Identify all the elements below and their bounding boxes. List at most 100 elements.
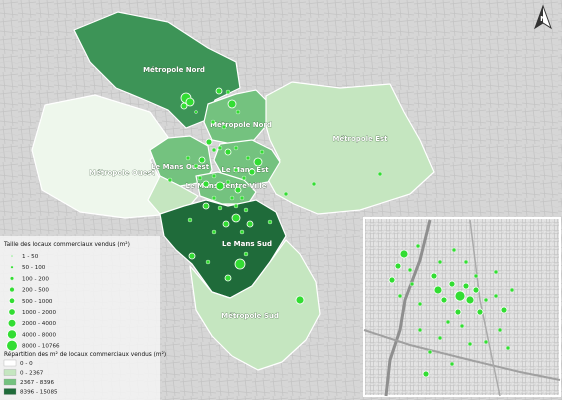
inset-sale-point — [459, 323, 465, 329]
inset-sale-point — [440, 296, 448, 304]
zone-label: Métropole Ouest — [89, 169, 156, 177]
sale-point — [185, 97, 195, 107]
inset-sale-point — [451, 247, 457, 253]
sale-point — [248, 168, 256, 176]
inset-sale-point — [417, 327, 423, 333]
map-stage: Métropole Nord Métropole Nord Métropole … — [0, 0, 562, 400]
sale-point — [217, 145, 223, 151]
legend-size-symbol — [7, 318, 17, 328]
zone-label: Le Mans Ouest — [151, 163, 210, 171]
inset-sale-point — [493, 293, 499, 299]
sale-point — [193, 163, 199, 169]
map-canvas: Métropole Nord Métropole Nord Métropole … — [0, 0, 562, 400]
inset-sale-point — [427, 349, 433, 355]
legend-choropleth-label: 8396 - 15085 — [20, 390, 58, 396]
sale-point — [311, 181, 317, 187]
sale-point — [211, 229, 217, 235]
legend-size-symbol — [10, 265, 14, 269]
sale-point — [295, 295, 305, 305]
sale-point — [180, 102, 188, 110]
inset-sale-point — [417, 301, 423, 307]
inset-sale-point — [476, 308, 484, 316]
sale-point — [245, 155, 251, 161]
sale-point — [202, 202, 210, 210]
sale-point — [167, 177, 173, 183]
inset-sale-point — [422, 370, 430, 378]
zone-label: Métropole Sud — [221, 312, 279, 320]
inset-sale-point — [433, 285, 443, 295]
inset-sale-point — [388, 276, 396, 284]
inset-sale-point — [448, 280, 456, 288]
sale-point — [187, 217, 193, 223]
sale-point — [205, 259, 211, 265]
inset-sale-point — [505, 345, 511, 351]
sale-point — [239, 229, 245, 235]
sale-point — [224, 274, 232, 282]
sale-point — [225, 89, 231, 95]
north-arrow-label: N — [540, 15, 546, 23]
sale-point — [233, 203, 239, 209]
legend: Taille des locaux commerciaux vendus (m²… — [0, 236, 166, 400]
legend-size-symbol — [9, 276, 14, 281]
zone-label: Métropole Nord — [143, 66, 205, 74]
inset-sale-point — [473, 273, 479, 279]
inset-sale-point — [407, 267, 413, 273]
inset-sale-point — [500, 306, 508, 314]
legend-size-title: Taille des locaux commerciaux vendus (m²… — [3, 241, 130, 248]
sale-point — [235, 109, 241, 115]
sale-point — [221, 124, 227, 130]
sale-point — [377, 171, 383, 177]
legend-choropleth-title: Répartition des m² de locaux commerciaux… — [4, 351, 166, 358]
sale-point — [227, 99, 237, 109]
inset-sale-point — [462, 282, 470, 290]
sale-point — [234, 186, 242, 194]
inset-sale-point — [454, 308, 462, 316]
legend-size-symbol — [8, 308, 16, 316]
sale-point — [233, 145, 239, 151]
legend-size-symbol — [9, 287, 15, 293]
inset-sale-point — [509, 287, 515, 293]
zone-label: Le Mans Centre-Ville — [186, 182, 267, 190]
sale-point — [217, 205, 223, 211]
sale-point — [185, 155, 191, 161]
legend-size-label: 500 - 1000 — [22, 299, 53, 305]
inset-sale-point — [415, 243, 421, 249]
inset-map — [363, 217, 561, 397]
zone-label: Métropole Nord — [210, 121, 272, 129]
sale-point — [246, 220, 254, 228]
sale-point — [198, 156, 206, 164]
legend-size-label: 100 - 200 — [22, 276, 49, 282]
sale-point — [231, 213, 241, 223]
inset-sale-point — [472, 286, 480, 294]
legend-choropleth-label: 2367 - 8396 — [20, 380, 54, 386]
legend-choropleth-swatch — [3, 359, 17, 367]
sale-point — [243, 251, 249, 257]
sale-point — [283, 191, 289, 197]
legend-size-label: 50 - 100 — [22, 265, 46, 271]
legend-choropleth-swatch — [3, 378, 17, 386]
legend-size-label: 8000 - 10766 — [22, 344, 60, 350]
legend-size-label: 2000 - 4000 — [22, 321, 56, 327]
inset-sale-point — [409, 281, 415, 287]
sale-point — [215, 87, 223, 95]
sale-point — [233, 167, 239, 173]
sale-point — [224, 148, 232, 156]
sale-point — [253, 157, 263, 167]
inset-frame — [363, 217, 561, 397]
legend-size-symbol — [10, 254, 13, 257]
inset-sale-point — [445, 319, 451, 325]
sale-point — [197, 175, 203, 181]
legend-choropleth-label: 0 - 0 — [20, 361, 33, 367]
legend-size-symbol — [8, 297, 16, 304]
legend-size-label: 1000 - 2000 — [22, 310, 56, 316]
sale-point — [225, 179, 231, 185]
inset-sale-point — [483, 297, 489, 303]
inset-sale-point — [397, 293, 403, 299]
sale-point — [205, 138, 213, 146]
legend-choropleth-swatch — [3, 388, 17, 395]
legend-size-label: 1 - 50 — [22, 254, 39, 260]
inset-sale-point — [454, 290, 466, 302]
sale-point — [211, 173, 217, 179]
sale-point — [211, 195, 217, 201]
sale-point — [188, 252, 196, 260]
